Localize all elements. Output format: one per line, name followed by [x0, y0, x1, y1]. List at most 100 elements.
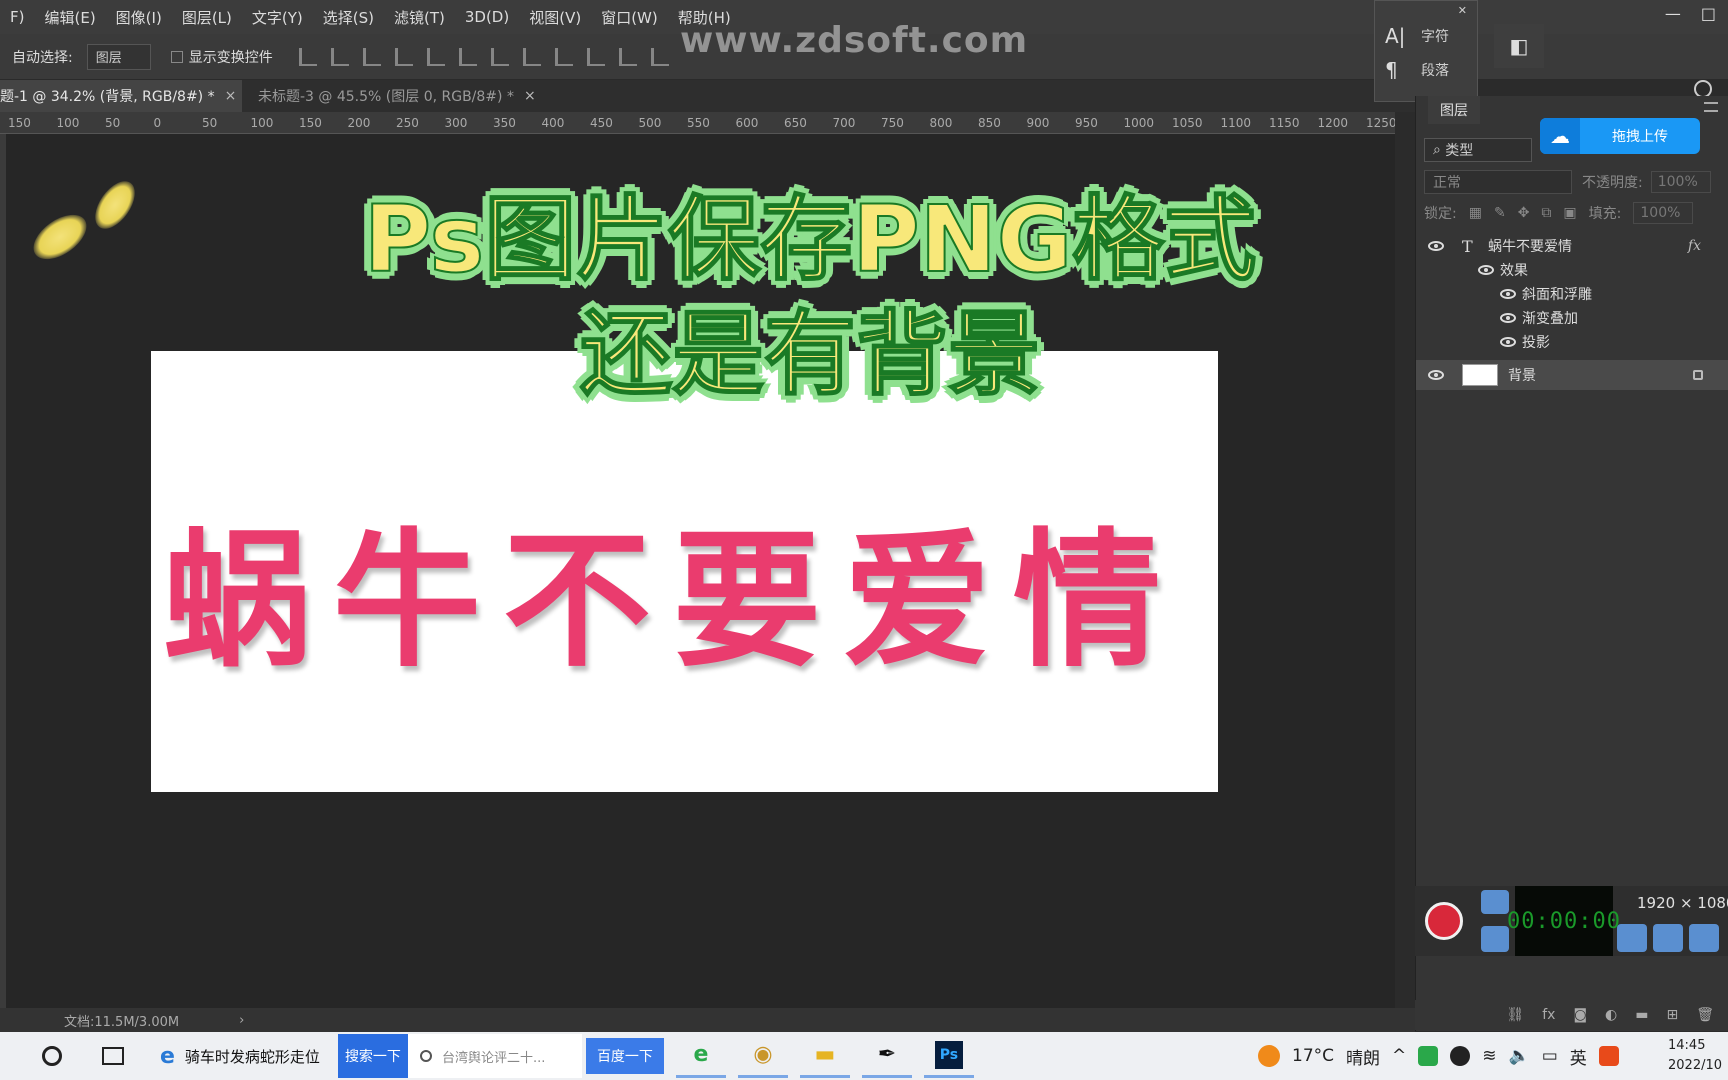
tab-layers[interactable]: 图层	[1428, 96, 1480, 124]
lock-brush-icon[interactable]: ✎	[1494, 205, 1506, 221]
layer-effect-bevel[interactable]: 斜面和浮雕	[1416, 282, 1728, 306]
distribute-vcenter-icon[interactable]	[522, 47, 541, 66]
canvas-pink-text: 蜗牛不要爱情	[163, 515, 1183, 687]
taskbar-app-folder-icon[interactable]: ▬	[799, 1034, 850, 1078]
mask-icon[interactable]: ◙	[1573, 1007, 1587, 1023]
new-layer-icon[interactable]: ⊞	[1666, 1007, 1678, 1023]
record-button[interactable]	[1425, 902, 1463, 940]
webcam-icon[interactable]	[1689, 924, 1719, 952]
fx-icon[interactable]: fx	[1688, 238, 1701, 254]
align-top-icon[interactable]	[298, 47, 317, 66]
task-view-icon[interactable]	[102, 1047, 124, 1065]
lock-pixels-icon[interactable]: ▦	[1469, 205, 1482, 221]
microphone-icon[interactable]	[1653, 924, 1683, 952]
speaker-icon[interactable]	[1617, 924, 1647, 952]
layer-effect-gradient[interactable]: 渐变叠加	[1416, 306, 1728, 330]
menu-layer[interactable]: 图层(L)	[172, 7, 242, 28]
baidu-button[interactable]: 百度一下	[585, 1038, 664, 1074]
show-transform-checkbox[interactable]	[170, 50, 183, 63]
cortana-icon[interactable]	[42, 1046, 62, 1066]
menu-filter[interactable]: 滤镜(T)	[384, 7, 455, 28]
layer-filter-dropdown[interactable]: ⌕ 类型	[1424, 138, 1532, 162]
camera-icon[interactable]	[1481, 890, 1509, 914]
maximize-button[interactable]: □	[1701, 4, 1716, 23]
tab-document-1[interactable]: 题-1 @ 34.2% (背景, RGB/8#) * ×	[0, 80, 242, 112]
tab-document-3[interactable]: 未标题-3 @ 45.5% (图层 0, RGB/8#) * ×	[242, 80, 546, 112]
lock-artboard-icon[interactable]: ⧉	[1541, 205, 1551, 221]
battery-icon[interactable]: ▭	[1542, 1046, 1558, 1066]
distribute-right-icon[interactable]	[650, 47, 669, 66]
distribute-left-icon[interactable]	[586, 47, 605, 66]
ie-icon[interactable]: e	[160, 1044, 175, 1069]
paragraph-panel-button[interactable]: ¶ 段落	[1375, 53, 1477, 87]
eye-icon[interactable]	[1500, 337, 1516, 347]
taskbar-app-generic-icon[interactable]: ◉	[737, 1034, 788, 1078]
menu-3d[interactable]: 3D(D)	[455, 8, 519, 26]
tray-expand-icon[interactable]: ^	[1392, 1046, 1406, 1066]
menu-file[interactable]: F)	[0, 8, 34, 26]
lock-all-icon[interactable]: ▣	[1563, 205, 1576, 221]
news-headline[interactable]: 骑车时发病蛇形走位	[185, 1046, 320, 1067]
eye-icon[interactable]	[1500, 289, 1516, 299]
folder-icon[interactable]: ▬	[1635, 1007, 1648, 1023]
eye-icon[interactable]	[1500, 313, 1516, 323]
align-right-icon[interactable]	[458, 47, 477, 66]
pause-icon[interactable]	[1481, 926, 1509, 952]
layer-select-dropdown[interactable]: 图层	[86, 43, 151, 70]
lock-icon	[1693, 370, 1703, 380]
distribute-bottom-icon[interactable]	[554, 47, 573, 66]
trash-icon[interactable]: 🗑	[1696, 1007, 1714, 1023]
weather-icon[interactable]	[1258, 1045, 1280, 1067]
menu-edit[interactable]: 编辑(E)	[34, 7, 105, 28]
menu-window[interactable]: 窗口(W)	[591, 7, 668, 28]
lock-move-icon[interactable]: ✥	[1518, 205, 1530, 221]
link-layers-icon[interactable]: ⛓	[1506, 1007, 1524, 1023]
distribute-top-icon[interactable]	[490, 47, 509, 66]
qq-icon[interactable]	[1450, 1046, 1471, 1066]
fx-icon[interactable]: fx	[1542, 1007, 1555, 1023]
eye-icon[interactable]	[1428, 241, 1444, 251]
close-icon[interactable]: ×	[225, 88, 237, 104]
layer-effect-shadow[interactable]: 投影	[1416, 330, 1728, 354]
layer-item-background[interactable]: 背景	[1416, 360, 1728, 390]
character-panel-button[interactable]: A| 字符	[1375, 19, 1477, 53]
ruler-tick-label: 1100	[1220, 116, 1252, 130]
align-bottom-icon[interactable]	[362, 47, 381, 66]
minimize-button[interactable]: —	[1665, 4, 1681, 23]
libraries-icon[interactable]: ◧	[1494, 24, 1544, 68]
horizontal-ruler: 150 100 50 0 50 100 150 200 250 300 350 400 450 500 55…	[0, 112, 1395, 134]
panel-menu-icon[interactable]	[1704, 102, 1718, 112]
fill-input[interactable]: 100%	[1633, 202, 1694, 224]
align-hcenter-icon[interactable]	[426, 47, 445, 66]
align-vcenter-icon[interactable]	[330, 47, 349, 66]
tray-app-icon[interactable]	[1418, 1046, 1439, 1066]
menu-select[interactable]: 选择(S)	[313, 7, 384, 28]
menu-image[interactable]: 图像(I)	[106, 7, 172, 28]
menu-view[interactable]: 视图(V)	[519, 7, 591, 28]
taskbar-app-edge-icon[interactable]: e	[675, 1034, 726, 1078]
eye-icon[interactable]	[1478, 265, 1494, 275]
volume-icon[interactable]: 🔈	[1509, 1046, 1530, 1066]
wifi-icon[interactable]: ≋	[1482, 1046, 1496, 1066]
menu-type[interactable]: 文字(Y)	[242, 7, 313, 28]
taskbar-app-photoshop-icon[interactable]: Ps	[923, 1034, 974, 1078]
status-arrow-icon[interactable]: ›	[239, 1013, 244, 1028]
search-input[interactable]: 台湾舆论评二十...	[407, 1034, 582, 1078]
clock[interactable]: 14:45 2022/10	[1668, 1036, 1722, 1076]
close-icon[interactable]: ✕	[1458, 4, 1467, 17]
adjustment-icon[interactable]: ◐	[1605, 1007, 1617, 1023]
taskbar-app-pen-icon[interactable]: ✒	[861, 1034, 912, 1078]
layer-effects[interactable]: 效果	[1416, 258, 1728, 282]
wps-icon[interactable]	[1598, 1046, 1619, 1066]
drag-upload-button[interactable]: ☁ 拖拽上传	[1540, 118, 1700, 154]
close-icon[interactable]: ×	[524, 88, 536, 104]
search-button[interactable]: 搜索一下	[337, 1034, 408, 1078]
layer-item-text[interactable]: T 蜗牛不要爱情 fx	[1416, 234, 1728, 258]
ime-icon[interactable]: 英	[1570, 1044, 1587, 1069]
distribute-hcenter-icon[interactable]	[618, 47, 637, 66]
blend-mode-dropdown[interactable]: 正常	[1424, 170, 1572, 194]
eye-icon[interactable]	[1428, 370, 1444, 380]
ruler-tick-label: 850	[978, 116, 1001, 130]
align-left-icon[interactable]	[394, 47, 413, 66]
opacity-input[interactable]: 100%	[1650, 171, 1711, 193]
